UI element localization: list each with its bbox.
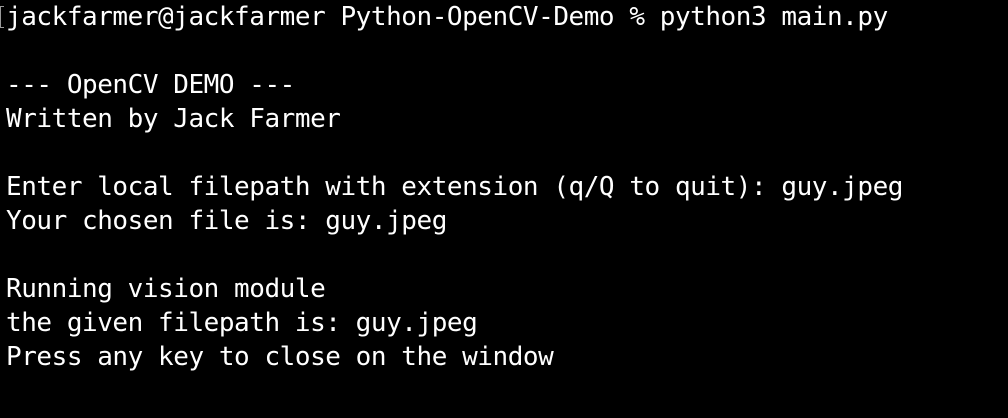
close-window-instruction-line: Press any key to close on the window [6, 342, 554, 372]
vision-module-status-line: Running vision module [6, 274, 326, 304]
chosen-file-line: Your chosen file is: guy.jpeg [6, 206, 447, 236]
prompt-mark-indicator [0, 6, 4, 28]
filepath-input-line: Enter local filepath with extension (q/Q… [6, 172, 903, 202]
author-line: Written by Jack Farmer [6, 104, 341, 134]
given-filepath-line: the given filepath is: guy.jpeg [6, 308, 478, 338]
terminal-window[interactable]: jackfarmer@jackfarmer Python-OpenCV-Demo… [0, 0, 1008, 418]
command-prompt-line: jackfarmer@jackfarmer Python-OpenCV-Demo… [6, 2, 888, 32]
demo-banner-line: --- OpenCV DEMO --- [6, 70, 295, 100]
